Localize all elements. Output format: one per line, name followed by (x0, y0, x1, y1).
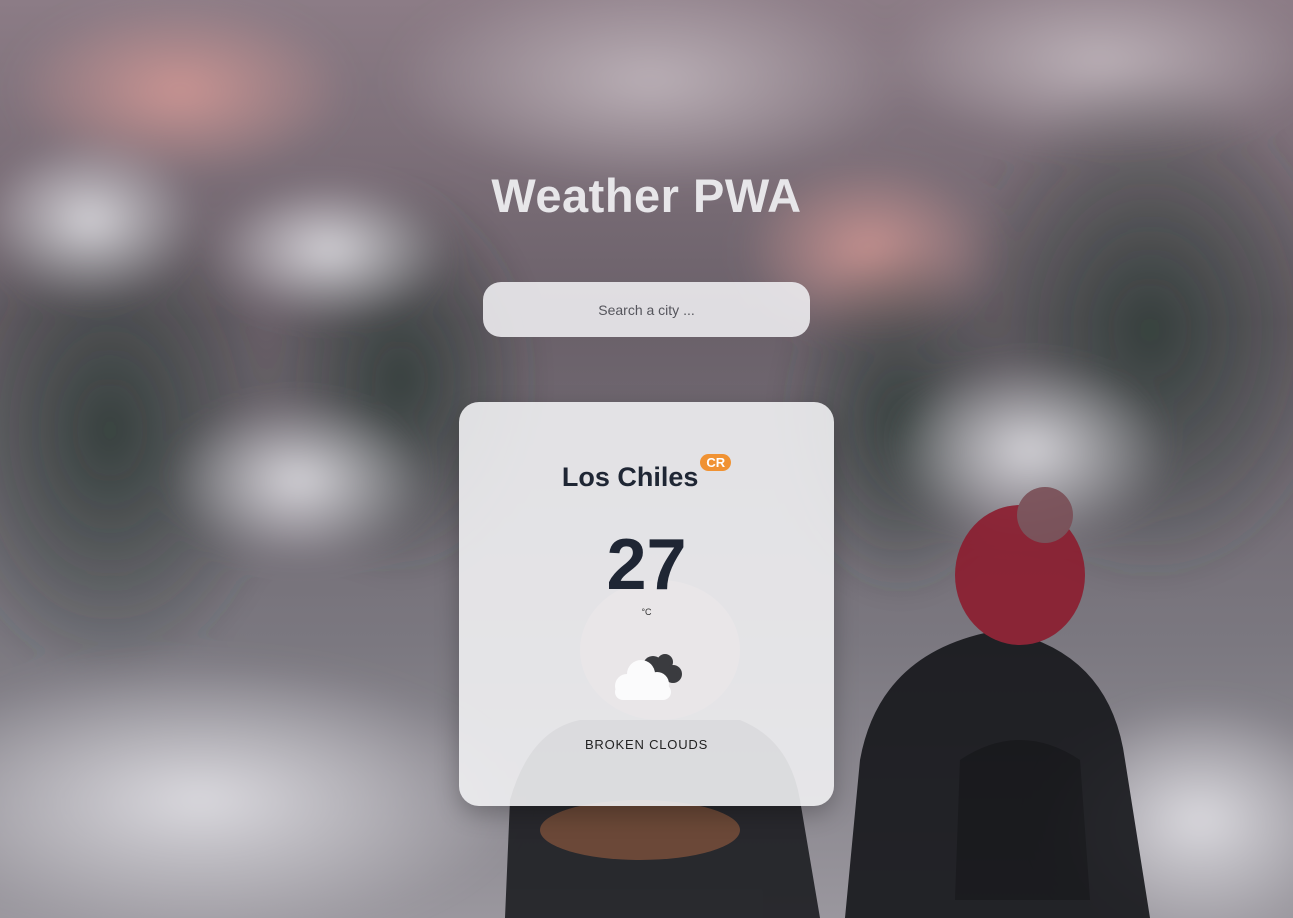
weather-description: BROKEN CLOUDS (584, 737, 709, 752)
city-name: Los Chiles (561, 462, 699, 492)
search-input[interactable] (483, 282, 810, 337)
country-badge: CR (700, 453, 732, 471)
temperature-value: 27 (606, 525, 687, 605)
weather-card: Los Chiles CR 27 °C BROKEN CLOUDS (459, 402, 834, 806)
app-title: Weather PWA (491, 169, 802, 222)
broken-clouds-icon (615, 654, 682, 700)
weather-app: Weather PWA Los ChilesCR 27 °C BROKEN CL… (0, 0, 1293, 918)
city-header: Los Chiles CR (459, 453, 834, 493)
temperature-unit: °C (641, 607, 652, 617)
search-bar (483, 282, 810, 337)
